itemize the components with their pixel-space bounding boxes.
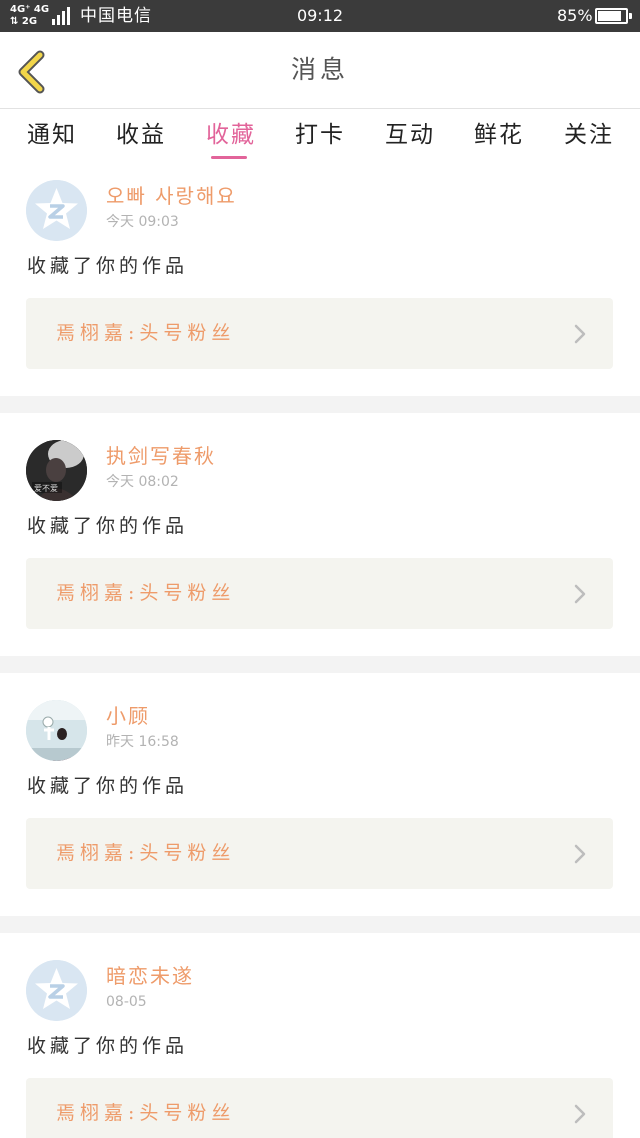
user-name[interactable]: 暗恋未遂 xyxy=(106,963,194,989)
card-divider xyxy=(0,656,640,673)
status-time: 09:12 xyxy=(296,6,344,25)
work-title: 焉栩嘉:头号粉丝 xyxy=(56,322,236,344)
avatar[interactable]: 爱不爱 xyxy=(26,440,87,501)
work-title: 焉栩嘉:头号粉丝 xyxy=(56,1102,236,1124)
tab-follow[interactable]: 关注 xyxy=(557,120,621,150)
work-link[interactable]: 焉栩嘉:头号粉丝 xyxy=(26,818,613,889)
user-name[interactable]: 小顾 xyxy=(106,703,150,729)
active-tab-indicator xyxy=(211,156,247,159)
chevron-right-icon xyxy=(574,324,586,344)
user-photo-image: 爱不爱 xyxy=(26,440,87,501)
message-time: 今天 08:02 xyxy=(106,474,179,490)
message-card: 爱不爱 执剑写春秋 今天 08:02 收藏了你的作品 焉栩嘉:头号粉丝 xyxy=(0,423,640,666)
message-card: 暗恋未遂 08-05 收藏了你的作品 焉栩嘉:头号粉丝 xyxy=(0,943,640,1138)
work-link[interactable]: 焉栩嘉:头号粉丝 xyxy=(26,1078,613,1138)
app-header: 消息 xyxy=(0,32,640,109)
avatar[interactable] xyxy=(26,180,87,241)
chevron-right-icon xyxy=(574,844,586,864)
tab-flowers[interactable]: 鲜花 xyxy=(467,120,531,150)
user-name[interactable]: 执剑写春秋 xyxy=(106,443,216,469)
work-link[interactable]: 焉栩嘉:头号粉丝 xyxy=(26,298,613,369)
chevron-right-icon xyxy=(574,1104,586,1124)
tab-bar: 通知 收益 收藏 打卡 互动 鲜花 关注 xyxy=(0,110,640,162)
message-card: 小顾 昨天 16:58 收藏了你的作品 焉栩嘉:头号粉丝 xyxy=(0,683,640,926)
tab-interaction[interactable]: 互动 xyxy=(378,120,442,150)
message-time: 昨天 16:58 xyxy=(106,734,179,750)
avatar[interactable] xyxy=(26,700,87,761)
battery-icon xyxy=(595,8,632,24)
chevron-right-icon xyxy=(574,584,586,604)
tab-favorites[interactable]: 收藏 xyxy=(199,120,263,150)
battery-percent: 85% xyxy=(557,6,593,25)
user-photo-image xyxy=(26,700,87,761)
work-title: 焉栩嘉:头号粉丝 xyxy=(56,842,236,864)
avatar[interactable] xyxy=(26,960,87,1021)
card-divider xyxy=(0,396,640,413)
message-time: 08-05 xyxy=(106,994,147,1010)
action-text: 收藏了你的作品 xyxy=(27,1035,189,1057)
status-bar: 4G⁺ 4G ⇅ 2G 中国电信 09:12 85% xyxy=(0,0,640,32)
avatar-caption: 爱不爱 xyxy=(34,484,58,493)
message-card: 오빠 사랑해요 今天 09:03 收藏了你的作品 焉栩嘉:头号粉丝 xyxy=(0,163,640,406)
action-text: 收藏了你的作品 xyxy=(27,255,189,277)
action-text: 收藏了你的作品 xyxy=(27,775,189,797)
tab-earnings[interactable]: 收益 xyxy=(109,120,173,150)
default-avatar-icon xyxy=(26,180,87,241)
user-name[interactable]: 오빠 사랑해요 xyxy=(106,183,237,209)
message-time: 今天 09:03 xyxy=(106,214,179,230)
default-avatar-icon xyxy=(26,960,87,1021)
work-link[interactable]: 焉栩嘉:头号粉丝 xyxy=(26,558,613,629)
page-title: 消息 xyxy=(290,55,349,84)
tab-notice[interactable]: 通知 xyxy=(20,120,84,150)
tab-checkin[interactable]: 打卡 xyxy=(288,120,352,150)
action-text: 收藏了你的作品 xyxy=(27,515,189,537)
card-divider xyxy=(0,916,640,933)
work-title: 焉栩嘉:头号粉丝 xyxy=(56,582,236,604)
